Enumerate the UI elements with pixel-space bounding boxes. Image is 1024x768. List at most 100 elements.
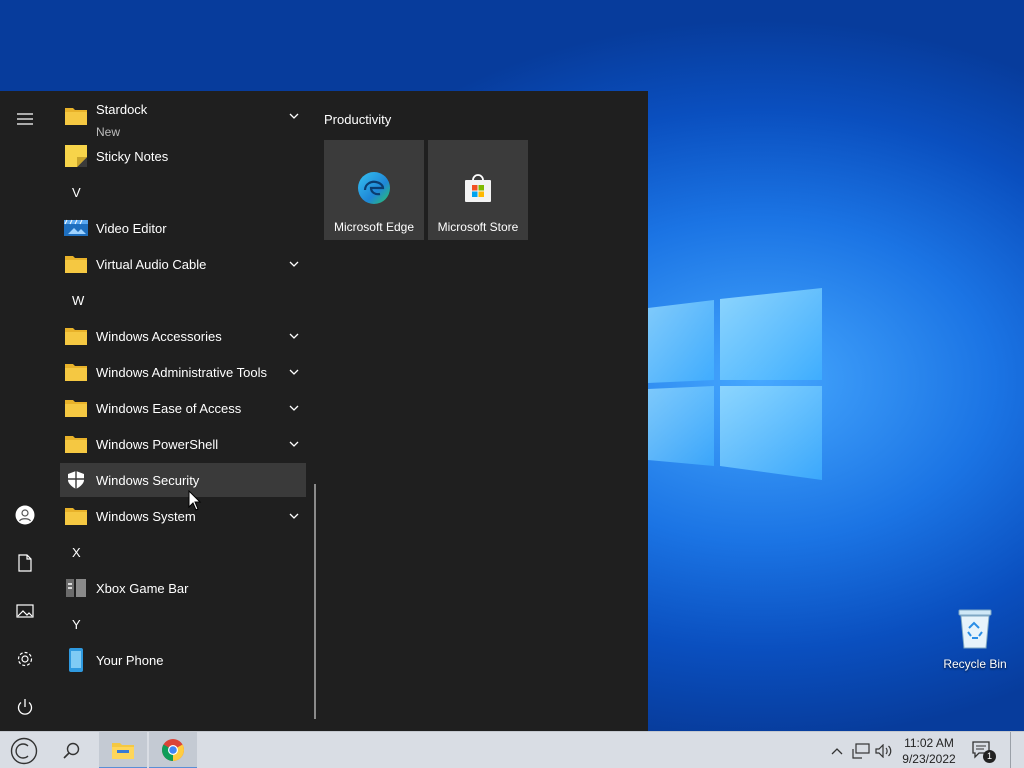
clock[interactable]: 11:02 AM 9/23/2022 (898, 735, 960, 767)
xbox-game-bar-icon (66, 579, 86, 597)
sticky-notes-icon (65, 145, 87, 167)
clock-time: 11:02 AM (904, 736, 954, 750)
start-button[interactable] (0, 732, 48, 768)
app-icon-wrap (64, 468, 88, 492)
chevron-down-icon (289, 113, 299, 119)
app-icon-wrap (64, 216, 88, 240)
recycle-bin-icon (958, 609, 992, 649)
folder-icon (65, 108, 87, 125)
folder-icon (65, 328, 87, 345)
app-item-label: Windows PowerShell (96, 436, 219, 452)
start-circle-icon (10, 737, 38, 764)
app-item-windows-administrative-tools[interactable]: Windows Administrative Tools (60, 355, 306, 389)
app-item-windows-ease-of-access[interactable]: Windows Ease of Access (60, 391, 306, 425)
action-center-button[interactable]: 1 (968, 732, 998, 768)
store-icon (465, 174, 491, 202)
your-phone-icon (69, 648, 83, 672)
app-item-windows-accessories[interactable]: Windows Accessories (60, 319, 306, 353)
documents-button[interactable] (0, 541, 50, 585)
volume-icon (875, 743, 892, 758)
app-item-video-editor[interactable]: Video Editor (60, 211, 306, 245)
taskbar-chrome[interactable] (149, 732, 197, 768)
app-item-label: Virtual Audio Cable (96, 256, 207, 272)
pictures-button[interactable] (0, 589, 50, 633)
folder-icon (65, 364, 87, 381)
file-explorer-icon (112, 742, 134, 759)
chevron-up-icon (831, 747, 843, 754)
network-icon (852, 742, 870, 759)
user-account-button[interactable] (0, 493, 50, 537)
app-item-windows-security[interactable]: Windows Security (60, 463, 306, 497)
folder-icon (65, 436, 87, 453)
app-list[interactable]: Stardock New Sticky Notes V Video Editor Virt… (50, 91, 312, 731)
start-menu: Stardock New Sticky Notes V Video Editor Virt… (0, 91, 648, 731)
app-list-scrollbar[interactable] (314, 484, 316, 719)
chevron-down-icon (289, 513, 299, 519)
hamburger-menu-button[interactable] (0, 97, 50, 141)
section-letter-x[interactable]: X (72, 545, 81, 560)
app-item-xbox-game-bar[interactable]: Xbox Game Bar (60, 571, 306, 605)
app-item-sticky-notes[interactable]: Sticky Notes (60, 139, 306, 173)
chevron-down-icon (289, 333, 299, 339)
show-hidden-icons-button[interactable] (828, 732, 846, 768)
folder-icon (65, 400, 87, 417)
taskbar: 11:02 AM 9/23/2022 1 (0, 731, 1024, 768)
chrome-icon (162, 738, 184, 761)
shield-icon (68, 471, 84, 489)
pictures-icon (16, 604, 34, 618)
settings-gear-icon (17, 651, 33, 667)
video-editor-icon (64, 219, 88, 236)
app-item-stardock[interactable]: Stardock New (60, 99, 306, 139)
app-icon-wrap (64, 432, 88, 456)
app-item-label: Xbox Game Bar (96, 580, 189, 596)
tile-group-title: Productivity (324, 112, 392, 127)
documents-icon (18, 554, 32, 572)
power-button[interactable] (0, 685, 50, 729)
folder-icon (65, 508, 87, 525)
chevron-down-icon (289, 369, 299, 375)
tile-label: Microsoft Edge (333, 220, 415, 234)
search-button[interactable] (50, 732, 94, 768)
app-icon-wrap (64, 396, 88, 420)
section-letter-w[interactable]: W (72, 293, 84, 308)
app-icon-wrap (64, 576, 88, 600)
mouse-cursor-icon (188, 490, 202, 511)
app-icon-wrap (64, 504, 88, 528)
app-item-badge-new: New (96, 125, 121, 139)
user-account-icon (15, 505, 35, 525)
tile-label: Microsoft Store (437, 220, 519, 234)
app-icon-wrap (64, 648, 88, 672)
app-item-label: Video Editor (96, 220, 167, 236)
app-item-windows-powershell[interactable]: Windows PowerShell (60, 427, 306, 461)
power-icon (17, 699, 33, 715)
app-icon-wrap (64, 104, 88, 128)
network-button[interactable] (850, 732, 872, 768)
tile-microsoft-store[interactable]: Microsoft Store (428, 140, 528, 240)
volume-button[interactable] (874, 732, 894, 768)
start-rail (0, 91, 50, 731)
show-desktop-button[interactable] (1010, 732, 1024, 768)
app-item-label: Windows Administrative Tools (96, 364, 267, 380)
section-letter-y[interactable]: Y (72, 617, 81, 632)
chevron-down-icon (289, 441, 299, 447)
tile-microsoft-edge[interactable]: Microsoft Edge (324, 140, 424, 240)
app-item-windows-system[interactable]: Windows System (60, 499, 306, 533)
chevron-down-icon (289, 405, 299, 411)
app-item-label: Windows Accessories (96, 328, 222, 344)
folder-icon (65, 256, 87, 273)
hamburger-menu-icon (17, 113, 33, 125)
app-item-label: Stardock (96, 101, 148, 117)
chevron-down-icon (289, 261, 299, 267)
app-item-label: Your Phone (96, 652, 164, 668)
app-icon-wrap (64, 324, 88, 348)
taskbar-file-explorer[interactable] (99, 732, 147, 768)
app-item-label: Windows Ease of Access (96, 400, 242, 416)
app-item-virtual-audio-cable[interactable]: Virtual Audio Cable (60, 247, 306, 281)
search-icon (63, 742, 80, 759)
settings-button[interactable] (0, 637, 50, 681)
section-letter-v[interactable]: V (72, 185, 81, 200)
app-item-your-phone[interactable]: Your Phone (60, 643, 306, 677)
notification-count-badge: 1 (983, 750, 996, 763)
recycle-bin-shortcut[interactable]: Recycle Bin (938, 606, 1012, 671)
app-icon-wrap (64, 252, 88, 276)
